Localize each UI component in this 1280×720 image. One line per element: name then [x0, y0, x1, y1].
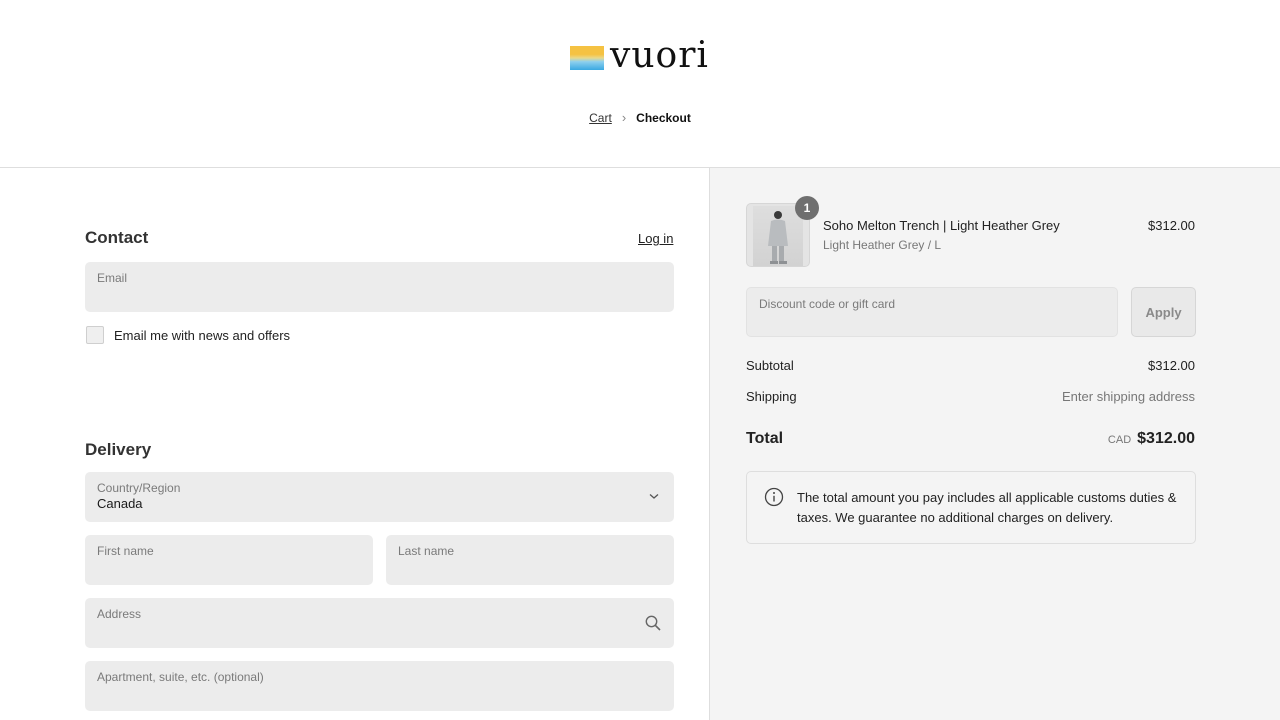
- product-thumbnail: 1: [746, 196, 819, 267]
- email-field-label: Email: [97, 271, 128, 285]
- brand-logo[interactable]: vuori: [570, 38, 709, 74]
- product-figure-icon: [768, 211, 788, 264]
- address-field[interactable]: Address: [85, 598, 674, 648]
- total-label: Total: [746, 430, 784, 447]
- notice-text: The total amount you pay includes all ap…: [797, 490, 1177, 525]
- delivery-title: Delivery: [85, 440, 152, 459]
- email-field[interactable]: Email: [85, 262, 674, 312]
- breadcrumb-current: Checkout: [636, 110, 691, 125]
- product-variant: Light Heather Grey / L: [823, 238, 942, 252]
- total-value-group: CAD $312.00: [1108, 430, 1195, 448]
- product-image: [753, 206, 803, 266]
- chevron-right-icon: ›: [621, 110, 627, 125]
- checkout-header: vuori Cart › Checkout: [0, 0, 1280, 168]
- discount-label: Discount code or gift card: [759, 297, 896, 311]
- product-name: Soho Melton Trench | Light Heather Grey: [823, 218, 1060, 233]
- address-label: Address: [97, 607, 142, 621]
- login-link[interactable]: Log in: [638, 231, 673, 246]
- order-summary: 1 Soho Melton Trench | Light Heather Gre…: [709, 168, 1280, 720]
- contact-title: Contact: [85, 228, 149, 247]
- newsletter-checkbox[interactable]: [86, 326, 104, 344]
- first-name-field[interactable]: First name: [85, 535, 373, 585]
- country-label: Country/Region: [97, 481, 181, 495]
- logo-text: vuori: [610, 35, 709, 76]
- subtotal-value: $312.00: [1148, 358, 1195, 373]
- total-amount: $312.00: [1137, 430, 1195, 447]
- apartment-field[interactable]: Apartment, suite, etc. (optional): [85, 661, 674, 711]
- first-name-label: First name: [97, 544, 154, 558]
- chevron-down-icon: [649, 494, 659, 499]
- search-icon[interactable]: [644, 614, 662, 632]
- logo-mark-icon: [570, 46, 604, 70]
- currency-code: CAD: [1107, 434, 1132, 446]
- shipping-label: Shipping: [746, 389, 797, 404]
- subtotal-label: Subtotal: [746, 358, 794, 373]
- shipping-value: Enter shipping address: [1062, 389, 1195, 404]
- duties-notice: The total amount you pay includes all ap…: [746, 471, 1196, 544]
- checkout-form: Contact Log in Email Email me with news …: [0, 168, 709, 720]
- breadcrumb-cart-link[interactable]: Cart: [589, 111, 612, 125]
- newsletter-option[interactable]: Email me with news and offers: [86, 326, 290, 344]
- info-icon: [764, 487, 784, 507]
- newsletter-label: Email me with news and offers: [114, 327, 291, 343]
- product-price: $312.00: [1148, 218, 1195, 233]
- apply-button[interactable]: Apply: [1131, 287, 1196, 337]
- last-name-label: Last name: [398, 544, 455, 558]
- country-value: Canada: [97, 496, 143, 511]
- discount-input[interactable]: Discount code or gift card: [746, 287, 1118, 337]
- last-name-field[interactable]: Last name: [386, 535, 674, 585]
- breadcrumb: Cart › Checkout: [0, 110, 1280, 125]
- country-select[interactable]: Country/Region Canada: [85, 472, 674, 522]
- apartment-label: Apartment, suite, etc. (optional): [97, 670, 264, 684]
- quantity-badge: 1: [795, 196, 819, 220]
